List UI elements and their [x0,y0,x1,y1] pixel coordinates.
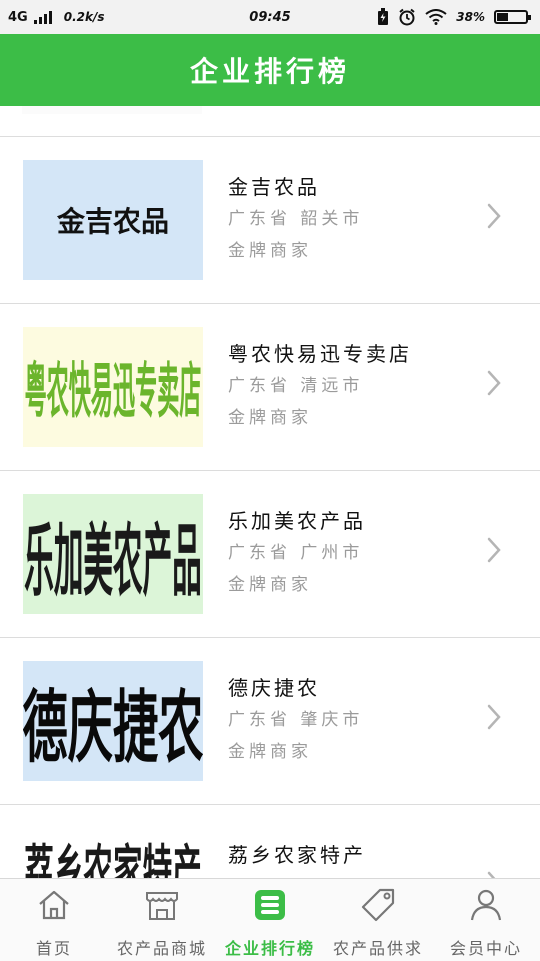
company-name: 荔乡农家特产 [228,843,366,867]
company-logo: 粤农快易迅专卖店 [23,327,203,447]
tab-label: 企业排行榜 [224,939,315,958]
company-list[interactable]: 金吉农品 金吉农品 广东省 韶关市 金牌商家 粤农快易迅专卖店 粤农快易迅专卖店… [0,106,540,878]
user-icon [466,885,506,929]
tab-label: 农产品供求 [332,939,423,958]
company-logo-text: 乐加美农产品 [24,516,202,609]
company-level: 金牌商家 [228,241,312,261]
company-logo: 乐加美农产品 [23,494,203,614]
company-logo-partial [22,106,202,114]
company-logo: 荔乡农家特产 [23,828,203,878]
tab-ranking-list[interactable]: 企业排行榜 [216,879,324,961]
company-list-item[interactable]: 金吉农品 金吉农品 广东省 韶关市 金牌商家 [0,137,540,304]
company-logo-text: 荔乡农家特产 [24,840,202,878]
company-list-item[interactable]: 荔乡农家特产 荔乡农家特产 [0,805,540,878]
tag-icon [358,885,398,929]
company-name: 粤农快易迅专卖店 [228,342,412,366]
company-level: 金牌商家 [228,575,312,595]
company-location: 广东省 韶关市 [228,209,364,229]
company-location: 广东省 广州市 [228,543,364,563]
company-logo-text: 德庆捷农 [23,681,203,774]
shop-icon [142,885,182,929]
chevron-right-icon [487,871,496,878]
company-logo-text: 粤农快易迅专卖店 [24,358,202,428]
company-name: 乐加美农产品 [228,509,366,533]
chevron-right-icon [487,203,501,229]
company-logo-text: 金吉农品 [56,205,169,238]
chevron-right-icon [487,704,501,730]
chevron-right-icon [487,537,501,563]
tab-tag[interactable]: 农产品供求 [324,879,432,961]
company-name: 金吉农品 [228,175,320,199]
company-level: 金牌商家 [228,742,312,762]
wifi-icon [425,9,447,25]
company-level: 金牌商家 [228,408,312,428]
status-bar: 4G 0.2k/s 09:45 38% [0,0,540,34]
app-header: 企业排行榜 [0,34,540,106]
company-list-item[interactable]: 粤农快易迅专卖店 粤农快易迅专卖店 广东省 清远市 金牌商家 [0,304,540,471]
alarm-icon [399,8,415,26]
company-location: 广东省 肇庆市 [228,710,364,730]
battery-saver-icon [378,8,389,25]
page-title: 企业排行榜 [189,55,350,88]
company-list-item[interactable]: 德庆捷农 德庆捷农 广东省 肇庆市 金牌商家 [0,638,540,805]
tab-user[interactable]: 会员中心 [432,879,540,961]
company-location: 广东省 清远市 [228,376,364,396]
tab-shop[interactable]: 农产品商城 [108,879,216,961]
battery-percent: 38% [456,10,485,24]
tab-label: 会员中心 [449,939,522,958]
company-logo: 德庆捷农 [23,661,203,781]
chevron-right-icon [487,370,501,396]
company-list-item[interactable]: 乐加美农产品 乐加美农产品 广东省 广州市 金牌商家 [0,471,540,638]
bottom-tab-bar: 首页 农产品商城 企业排行榜 农产品供求 会员中心 [0,878,540,961]
tab-home[interactable]: 首页 [0,879,108,961]
battery-icon [494,10,531,24]
home-icon [34,885,74,929]
company-name: 德庆捷农 [228,676,320,700]
ranking-list-icon [250,885,290,929]
list-item-partial[interactable] [0,106,540,137]
company-logo: 金吉农品 [23,160,203,280]
tab-label: 首页 [35,939,72,958]
tab-label: 农产品商城 [116,939,207,958]
